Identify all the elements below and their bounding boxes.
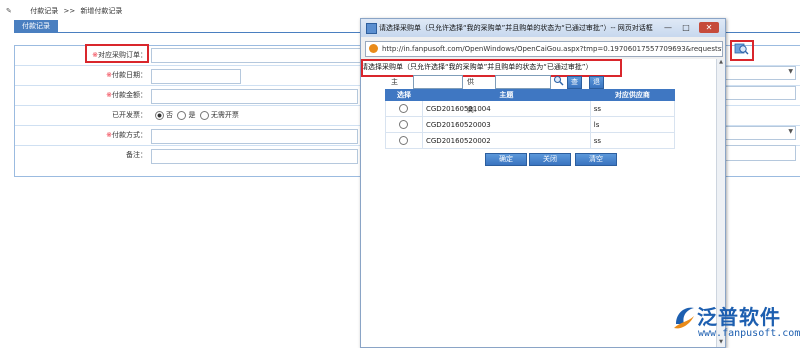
row-subject: CGD20160521004 (422, 100, 591, 117)
query-button[interactable]: 查询 (567, 76, 582, 97)
invoice-radio-group: 否 是 无需开票 (155, 106, 239, 125)
breadcrumb-separator: >> (63, 7, 76, 15)
select-order-search-icon[interactable] (733, 41, 751, 57)
table-header-row: 选择 主题 对应供应商 (385, 89, 676, 101)
method-select-extension[interactable]: ▼ (724, 126, 796, 140)
amount-label: ※付款金额： (15, 86, 147, 105)
dialog-title-bar: 请选择采购单（只允许选择“我的采购单”并且购单的状态为“已通过审批”）-- 网页… (361, 19, 725, 37)
invoice-radio-no[interactable] (155, 110, 164, 120)
method-label: ※付款方式： (15, 126, 147, 145)
dialog-title: 请选择采购单（只允许选择“我的采购单”并且购单的状态为“已通过审批”）-- 网页… (379, 24, 653, 32)
breadcrumb-parent[interactable]: 付款记录 (30, 7, 58, 15)
window-icon (366, 23, 377, 34)
amount-input-extension[interactable] (724, 86, 796, 100)
clear-button[interactable]: 清空 (575, 153, 617, 166)
order-input[interactable] (151, 48, 363, 63)
row-radio[interactable] (398, 136, 408, 145)
tab-payment-records[interactable]: 付款记录 (14, 20, 58, 32)
date-label: ※付款日期： (15, 66, 147, 85)
row-supplier: ss (589, 100, 676, 117)
exit-button[interactable]: 退出 (589, 76, 604, 97)
address-url: http://in.fanpusoft.com/OpenWindows/Open… (382, 45, 722, 53)
row-subject: CGD20160520002 (422, 132, 591, 149)
brand-logo: 泛普软件 www.fanpusoft.com (650, 298, 800, 348)
row-radio[interactable] (398, 120, 408, 129)
scroll-up-icon[interactable]: ▲ (717, 59, 725, 67)
amount-label-text: 付款金额： (112, 91, 147, 99)
maximize-icon[interactable]: □ (679, 22, 693, 33)
date-input-extension[interactable]: ▼ (724, 66, 796, 80)
brand-domain: www.fanpusoft.com (698, 328, 800, 339)
invoice-option-no: 否 (166, 111, 173, 119)
notes-label: 备注： (126, 151, 147, 159)
table-row[interactable]: CGD20160520002 ss (385, 132, 676, 149)
address-bar[interactable]: http://in.fanpusoft.com/OpenWindows/Open… (365, 41, 723, 57)
amount-input[interactable] (151, 89, 358, 104)
notes-input[interactable] (151, 149, 358, 164)
table-row[interactable]: CGD20160520003 ls (385, 116, 676, 133)
breadcrumb-current: 新增付款记录 (80, 7, 123, 15)
order-table: 选择 主题 对应供应商 CGD20160521004 ss CGD2016052… (385, 89, 676, 149)
supplier-search-input[interactable] (495, 75, 551, 89)
confirm-button[interactable]: 确定 (485, 153, 527, 166)
date-label-text: 付款日期： (112, 71, 147, 79)
notes-input-extension[interactable] (724, 145, 796, 161)
highlight-order-label (85, 44, 149, 63)
close-button[interactable]: 关闭 (529, 153, 571, 166)
brand-logo-mark-icon (672, 302, 696, 334)
page-icon (369, 44, 378, 53)
method-label-text: 付款方式： (112, 131, 147, 139)
date-input[interactable] (151, 69, 241, 84)
col-header-select: 选择 (385, 89, 423, 101)
col-header-supplier: 对应供应商 (589, 89, 676, 101)
row-select-cell (385, 100, 423, 117)
invoice-radio-none[interactable] (199, 110, 209, 120)
row-select-cell (385, 132, 423, 149)
method-select[interactable] (151, 129, 358, 144)
invoice-label: 已开发票： (112, 111, 147, 119)
minimize-icon[interactable]: — (661, 22, 675, 33)
dropdown-arrow-icon: ▼ (788, 128, 793, 135)
row-radio[interactable] (398, 104, 408, 113)
breadcrumb: ✎ 付款记录 >> 新增付款记录 (6, 4, 122, 18)
invoice-option-none: 无需开票 (210, 111, 239, 119)
dropdown-arrow-icon: ▼ (788, 68, 793, 75)
pen-icon: ✎ (6, 7, 12, 15)
col-header-subject: 主题 (422, 89, 591, 101)
invoice-option-yes: 是 (188, 111, 196, 119)
row-select-cell (385, 116, 423, 133)
row-subject: CGD20160520003 (422, 116, 591, 133)
table-row[interactable]: CGD20160521004 ss (385, 100, 676, 117)
row-supplier: ls (589, 116, 676, 133)
row-supplier: ss (589, 132, 676, 149)
invoice-radio-yes[interactable] (177, 110, 187, 120)
close-icon[interactable]: ✕ (699, 22, 719, 33)
brand-name: 泛普软件 (697, 305, 781, 329)
subject-search-input[interactable] (413, 75, 463, 89)
